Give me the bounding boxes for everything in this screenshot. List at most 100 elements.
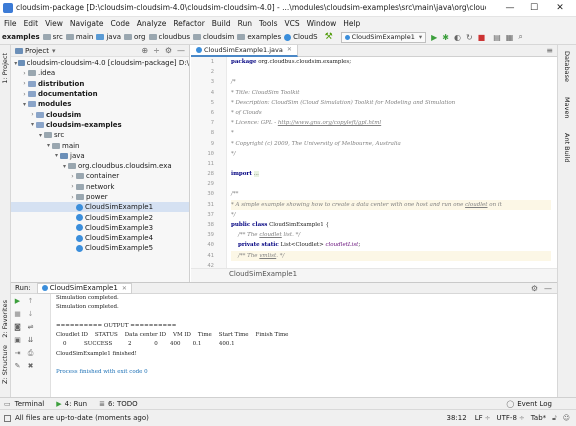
close-tab-icon[interactable]: ✕	[287, 46, 292, 53]
code-area[interactable]: package org.cloudbus.cloudsim.examples; …	[231, 57, 551, 261]
chevron-right-icon[interactable]: ›	[69, 194, 76, 201]
close-button[interactable]: ✕	[550, 2, 570, 14]
collapse-icon[interactable]: ÷	[153, 46, 160, 55]
reload-icon[interactable]: ↻	[466, 33, 473, 42]
menu-run[interactable]: Run	[238, 19, 252, 28]
run-icon[interactable]: ▶	[431, 33, 437, 42]
terminal-tab[interactable]: Terminal	[15, 400, 45, 408]
close-tab-icon[interactable]: ✕	[122, 285, 127, 292]
scroll-down-icon[interactable]: ↓	[24, 309, 37, 319]
chevron-down-icon[interactable]: ▾	[61, 163, 68, 170]
menu-tools[interactable]: Tools	[259, 19, 277, 28]
breadcrumb-class[interactable]: CloudS	[284, 33, 318, 41]
event-log-tab[interactable]: Event Log	[517, 400, 552, 408]
hide-icon[interactable]: —	[177, 46, 185, 55]
code-editor[interactable]: 1234567891011282930313738394041424344 pa…	[191, 57, 557, 282]
run-tab[interactable]: CloudSimExample1 ✕	[36, 282, 132, 294]
tree-item[interactable]: ▾ java	[11, 151, 189, 161]
indent-setting[interactable]: Tab*	[531, 414, 546, 422]
chevron-right-icon[interactable]: ›	[21, 91, 28, 98]
scroll-up-icon[interactable]: ↑	[24, 296, 37, 306]
chevron-right-icon[interactable]: ›	[29, 111, 36, 118]
chevron-right-icon[interactable]: ›	[69, 173, 76, 180]
search-icon[interactable]: ⌕	[518, 32, 522, 42]
debug-icon[interactable]: ✱	[442, 33, 449, 42]
menu-file[interactable]: File	[4, 19, 17, 28]
tree-item[interactable]: ▾ cloudsim-cloudsim-4.0 [cloudsim-package…	[11, 58, 189, 68]
gear-icon[interactable]: ⚙	[531, 284, 538, 293]
menu-code[interactable]: Code	[111, 19, 130, 28]
tree-item[interactable]: CloudSimExample3	[11, 223, 189, 233]
todo-tab[interactable]: 6: TODO	[108, 400, 138, 408]
menu-navigate[interactable]: Navigate	[70, 19, 104, 28]
tree-item[interactable]: ▾ modules	[11, 99, 189, 109]
tree-item[interactable]: › container	[11, 171, 189, 181]
chevron-right-icon[interactable]: ›	[21, 70, 28, 77]
breadcrumb-org[interactable]: org	[124, 33, 146, 41]
run-tool-tab[interactable]: 4: Run	[65, 400, 87, 408]
file-encoding[interactable]: UTF-8	[497, 414, 517, 422]
soft-wrap-icon[interactable]: ⇌	[24, 322, 37, 332]
inspector-icon[interactable]: ☺︎	[563, 414, 570, 422]
menu-analyze[interactable]: Analyze	[137, 19, 167, 28]
hide-icon[interactable]: —	[544, 284, 552, 293]
maximize-button[interactable]: ☐	[524, 2, 544, 14]
tree-item[interactable]: ▾ cloudsim-examples	[11, 120, 189, 130]
menu-help[interactable]: Help	[343, 19, 360, 28]
chevron-down-icon[interactable]: ▾	[53, 152, 60, 159]
breadcrumb-cloudbus[interactable]: cloudbus	[148, 33, 190, 41]
project-tool-button[interactable]: 1: Project	[1, 53, 9, 84]
tree-item[interactable]: ▾ main	[11, 140, 189, 150]
coverage-icon[interactable]: ◐	[454, 33, 461, 42]
print-icon[interactable]: ⎙	[24, 348, 37, 358]
tree-item[interactable]: › cloudsim	[11, 109, 189, 119]
structure-tool-button[interactable]: Z: Structure	[1, 345, 9, 384]
favorites-tool-button[interactable]: 2: Favorites	[1, 300, 9, 338]
tree-item[interactable]: CloudSimExample1	[11, 202, 189, 213]
chevron-down-icon[interactable]: ▾	[45, 142, 52, 149]
tree-item[interactable]: ▾ src	[11, 130, 189, 140]
editor-breadcrumb[interactable]: CloudSimExample1	[229, 270, 297, 278]
editor-tab-cloudsimexample1[interactable]: CloudSimExample1.java ✕	[191, 44, 298, 57]
tree-item[interactable]: › .idea	[11, 68, 189, 78]
caret-position[interactable]: 38:12	[447, 414, 467, 422]
line-separator[interactable]: LF	[475, 414, 483, 422]
project-view-select[interactable]: Project	[25, 47, 49, 55]
menu-vcs[interactable]: VCS	[284, 19, 299, 28]
menu-window[interactable]: Window	[307, 19, 337, 28]
hammer-icon[interactable]: ⚒	[325, 32, 333, 42]
menu-view[interactable]: View	[45, 19, 63, 28]
tree-item[interactable]: ▾ org.cloudbus.cloudsim.exa	[11, 161, 189, 171]
window-layout-icon[interactable]	[4, 414, 11, 422]
tree-item[interactable]: › power	[11, 192, 189, 202]
scroll-end-icon[interactable]: ⇊	[24, 335, 37, 345]
lock-icon[interactable]: 🔓︎	[552, 414, 557, 423]
console-output[interactable]: Simulation completed. Simulation complet…	[51, 294, 557, 397]
minimize-button[interactable]: —	[500, 2, 520, 14]
breadcrumb-java[interactable]: java	[96, 33, 121, 41]
chevron-right-icon[interactable]: ›	[21, 80, 28, 87]
chevron-down-icon[interactable]: ▾	[37, 132, 44, 139]
tree-item[interactable]: › distribution	[11, 79, 189, 89]
breadcrumb-main[interactable]: main	[65, 33, 93, 41]
tree-item[interactable]: › network	[11, 182, 189, 192]
tree-item[interactable]: CloudSimExample4	[11, 233, 189, 243]
tree-item[interactable]: CloudSimExample5	[11, 243, 189, 253]
database-tool-button[interactable]: Database	[563, 51, 571, 82]
rerun-icon[interactable]: ▶	[11, 296, 24, 306]
chevron-right-icon[interactable]: ›	[69, 183, 76, 190]
breadcrumb-cloudsim[interactable]: cloudsim	[192, 33, 234, 41]
trash-icon[interactable]: ✖	[24, 361, 37, 371]
exit-icon[interactable]: ⇥	[11, 348, 24, 358]
chevron-down-icon[interactable]: ▾	[52, 47, 56, 55]
menu-edit[interactable]: Edit	[24, 19, 39, 28]
tree-item[interactable]: CloudSimExample2	[11, 212, 189, 222]
layout-icon[interactable]: ▣	[11, 335, 24, 345]
breadcrumb-examples-pkg[interactable]: examples	[237, 33, 281, 41]
run-config-select[interactable]: CloudSimExample1 ▾	[340, 31, 427, 43]
camera-icon[interactable]: ◙	[11, 322, 24, 332]
menu-build[interactable]: Build	[212, 19, 231, 28]
ant-build-tool-button[interactable]: Ant Build	[563, 133, 571, 163]
project-structure-icon[interactable]: ▦	[506, 33, 514, 42]
stop-icon[interactable]: ■	[11, 309, 24, 319]
